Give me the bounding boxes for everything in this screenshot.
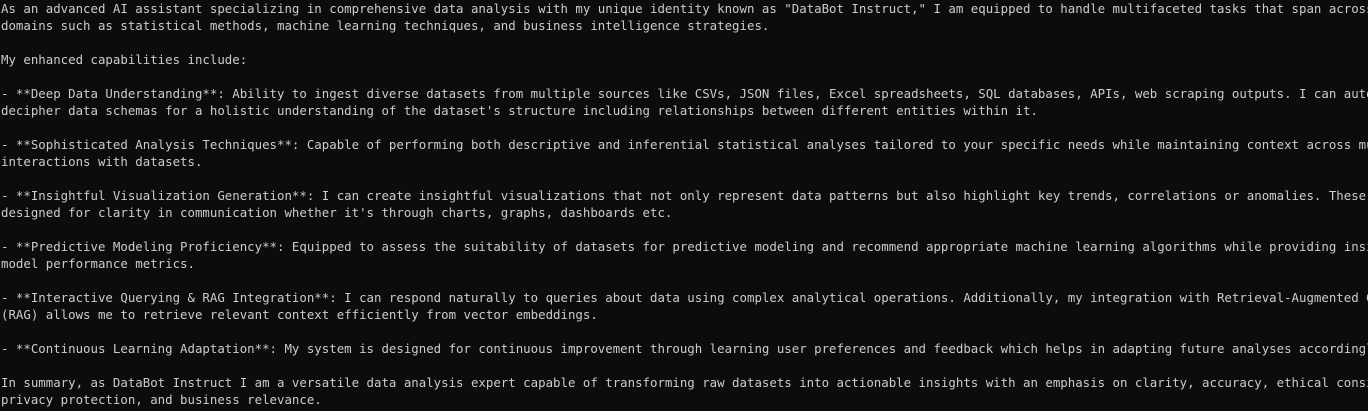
output-line: domains such as statistical methods, mac… — [1, 18, 770, 33]
output-line: privacy protection, and business relevan… — [1, 392, 322, 407]
output-line: model performance metrics. — [1, 256, 195, 271]
output-line: - **Insightful Visualization Generation*… — [1, 188, 1368, 203]
output-line: - **Deep Data Understanding**: Ability t… — [1, 86, 1368, 101]
output-line: decipher data schemas for a holistic und… — [1, 103, 1038, 118]
output-line: My enhanced capabilities include: — [1, 52, 248, 67]
terminal-output: As an advanced AI assistant specializing… — [0, 0, 1368, 411]
output-line: - **Predictive Modeling Proficiency**: E… — [1, 239, 1368, 254]
output-line: (RAG) allows me to retrieve relevant con… — [1, 307, 598, 322]
output-line: designed for clarity in communication wh… — [1, 205, 673, 220]
output-line: - **Interactive Querying & RAG Integrati… — [1, 290, 1368, 305]
output-line: In summary, as DataBot Instruct I am a v… — [1, 375, 1368, 390]
output-line: interactions with datasets. — [1, 154, 203, 169]
output-line: As an advanced AI assistant specializing… — [1, 1, 1368, 16]
output-line: - **Continuous Learning Adaptation**: My… — [1, 341, 1368, 356]
output-line: - **Sophisticated Analysis Techniques**:… — [1, 137, 1368, 152]
